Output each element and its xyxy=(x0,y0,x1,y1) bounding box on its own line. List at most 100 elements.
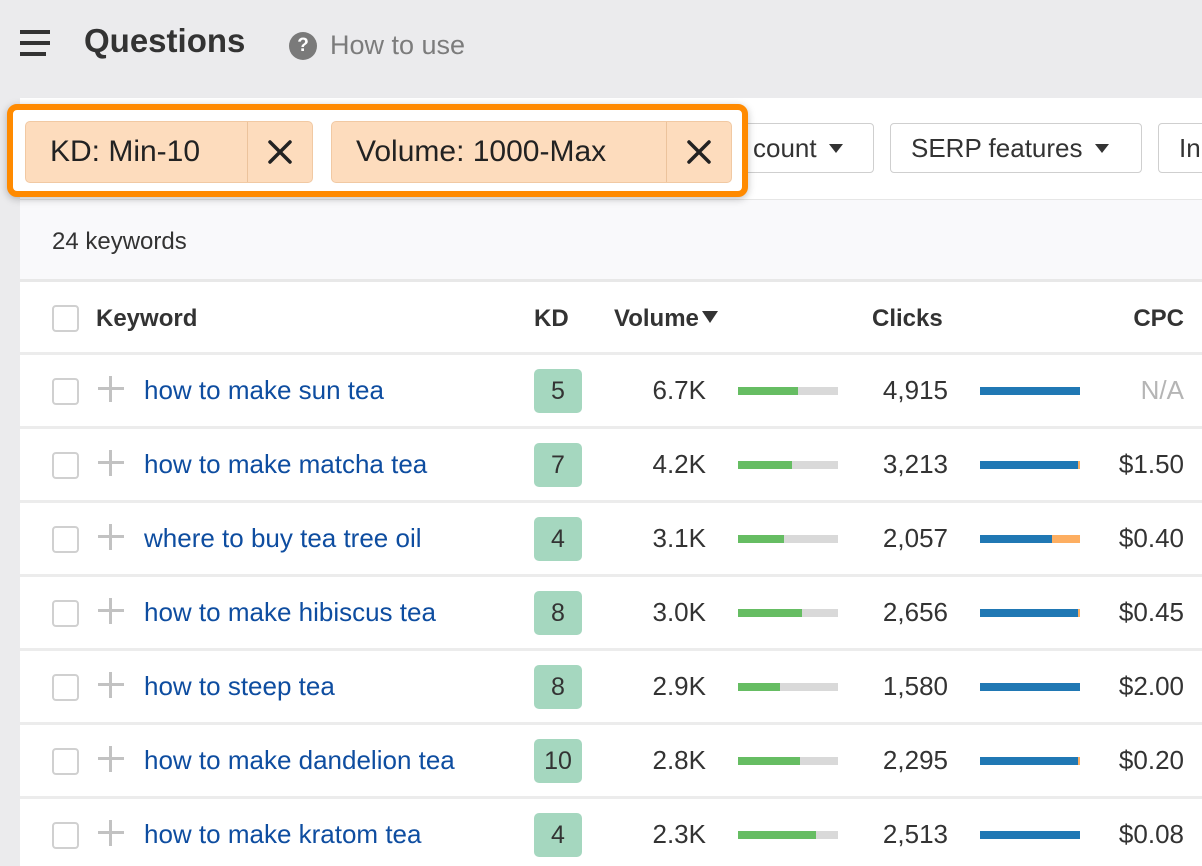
organic-clicks-segment xyxy=(980,831,1080,839)
sort-desc-icon xyxy=(701,311,718,323)
caret-down-icon xyxy=(1094,143,1109,153)
row-checkbox[interactable] xyxy=(52,378,79,405)
table-row: how to make dandelion tea 10 2.8K 2,295 $0.2… xyxy=(20,725,1202,799)
column-header-clicks[interactable]: Clicks xyxy=(872,305,943,333)
clicks-bar xyxy=(980,461,1080,469)
column-header-cpc[interactable]: CPC xyxy=(1133,305,1184,333)
row-checkbox[interactable] xyxy=(52,600,79,627)
table-row: how to make matcha tea 7 4.2K 3,213 $1.50 xyxy=(20,429,1202,503)
cpc-value: $0.40 xyxy=(1118,523,1184,553)
volume-bar-fill xyxy=(738,535,784,543)
volume-bar xyxy=(738,683,838,691)
include-filter-button[interactable]: In xyxy=(1158,123,1202,173)
add-to-list-plus-icon[interactable] xyxy=(98,450,124,476)
row-checkbox[interactable] xyxy=(52,526,79,553)
paid-clicks-segment xyxy=(1078,609,1080,617)
top-bar: Questions ? How to use xyxy=(0,0,1202,96)
volume-bar-fill xyxy=(738,461,792,469)
paid-clicks-segment xyxy=(1052,535,1080,543)
clicks-bar xyxy=(980,757,1080,765)
cpc-value: $0.20 xyxy=(1118,745,1184,775)
filter-chip-volume[interactable]: Volume: 1000-Max xyxy=(331,121,732,183)
keywords-count: 24 keywords xyxy=(52,228,187,255)
clicks-value: 1,580 xyxy=(882,671,948,701)
keywords-panel: count SERP features In 24 keywords Keywo… xyxy=(20,98,1202,866)
close-x-icon[interactable] xyxy=(248,122,312,182)
volume-value: 2.9K xyxy=(652,671,707,701)
volume-bar-fill xyxy=(738,757,800,765)
clicks-value: 2,656 xyxy=(882,597,948,627)
volume-value: 3.0K xyxy=(652,597,707,627)
hamburger-menu-icon[interactable] xyxy=(20,30,50,56)
filter-button-label: count xyxy=(753,132,817,163)
add-to-list-plus-icon[interactable] xyxy=(98,672,124,698)
volume-bar xyxy=(738,387,838,395)
table-row: where to buy tea tree oil 4 3.1K 2,057 $0.40 xyxy=(20,503,1202,577)
keyword-link[interactable]: how to make dandelion tea xyxy=(144,745,455,776)
clicks-value: 2,295 xyxy=(882,745,948,775)
kd-badge: 5 xyxy=(534,369,582,413)
filter-chip-kd[interactable]: KD: Min-10 xyxy=(25,121,313,183)
keyword-link[interactable]: where to buy tea tree oil xyxy=(144,523,422,554)
cpc-value: $1.50 xyxy=(1118,449,1184,479)
filter-button-label: In xyxy=(1179,132,1201,163)
how-to-use-label: How to use xyxy=(330,30,466,60)
close-x-icon[interactable] xyxy=(667,122,731,182)
add-to-list-plus-icon[interactable] xyxy=(98,598,124,624)
paid-clicks-segment xyxy=(1078,757,1080,765)
column-header-keyword[interactable]: Keyword xyxy=(96,305,197,333)
active-filters-highlight: KD: Min-10 Volume: 1000-Max xyxy=(7,104,748,197)
row-checkbox[interactable] xyxy=(52,822,79,849)
volume-value: 6.7K xyxy=(652,375,707,405)
organic-clicks-segment xyxy=(980,609,1078,617)
row-checkbox[interactable] xyxy=(52,452,79,479)
keyword-link[interactable]: how to make hibiscus tea xyxy=(144,597,436,628)
keyword-link[interactable]: how to make sun tea xyxy=(144,375,384,406)
cpc-value: $0.08 xyxy=(1118,819,1184,849)
page-title: Questions xyxy=(84,22,246,59)
add-to-list-plus-icon[interactable] xyxy=(98,524,124,550)
caret-down-icon xyxy=(828,143,843,153)
keyword-link[interactable]: how to make matcha tea xyxy=(144,449,427,480)
table-row: how to steep tea 8 2.9K 1,580 $2.00 xyxy=(20,651,1202,725)
column-header-kd[interactable]: KD xyxy=(534,305,569,333)
cpc-value: N/A xyxy=(1140,375,1184,405)
results-count-bar: 24 keywords xyxy=(20,200,1202,282)
clicks-bar xyxy=(980,609,1080,617)
volume-bar xyxy=(738,535,838,543)
volume-value: 2.3K xyxy=(652,819,707,849)
add-to-list-plus-icon[interactable] xyxy=(98,376,124,402)
keyword-link[interactable]: how to steep tea xyxy=(144,671,335,702)
select-all-checkbox[interactable] xyxy=(52,305,79,332)
kd-badge: 7 xyxy=(534,443,582,487)
add-to-list-plus-icon[interactable] xyxy=(98,820,124,846)
row-checkbox[interactable] xyxy=(52,748,79,775)
row-checkbox[interactable] xyxy=(52,674,79,701)
volume-bar-fill xyxy=(738,683,780,691)
clicks-value: 4,915 xyxy=(882,375,948,405)
kd-badge: 4 xyxy=(534,813,582,857)
filter-button-label: SERP features xyxy=(911,132,1083,163)
how-to-use-link[interactable]: ? How to use xyxy=(289,30,465,61)
clicks-value: 2,057 xyxy=(882,523,948,553)
volume-value: 3.1K xyxy=(652,523,707,553)
column-header-volume[interactable]: Volume xyxy=(614,305,718,333)
kd-badge: 4 xyxy=(534,517,582,561)
filter-chip-label: KD: Min-10 xyxy=(26,122,248,182)
organic-clicks-segment xyxy=(980,461,1078,469)
volume-value: 2.8K xyxy=(652,745,707,775)
filter-chip-label: Volume: 1000-Max xyxy=(332,122,667,182)
cpc-value: $2.00 xyxy=(1118,671,1184,701)
volume-bar-fill xyxy=(738,609,802,617)
add-to-list-plus-icon[interactable] xyxy=(98,746,124,772)
organic-clicks-segment xyxy=(980,683,1080,691)
clicks-bar xyxy=(980,387,1080,395)
organic-clicks-segment xyxy=(980,535,1052,543)
clicks-bar xyxy=(980,831,1080,839)
volume-bar xyxy=(738,461,838,469)
clicks-bar xyxy=(980,535,1080,543)
clicks-bar xyxy=(980,683,1080,691)
volume-bar xyxy=(738,609,838,617)
keyword-link[interactable]: how to make kratom tea xyxy=(144,819,421,850)
serp-features-filter-button[interactable]: SERP features xyxy=(890,123,1142,173)
